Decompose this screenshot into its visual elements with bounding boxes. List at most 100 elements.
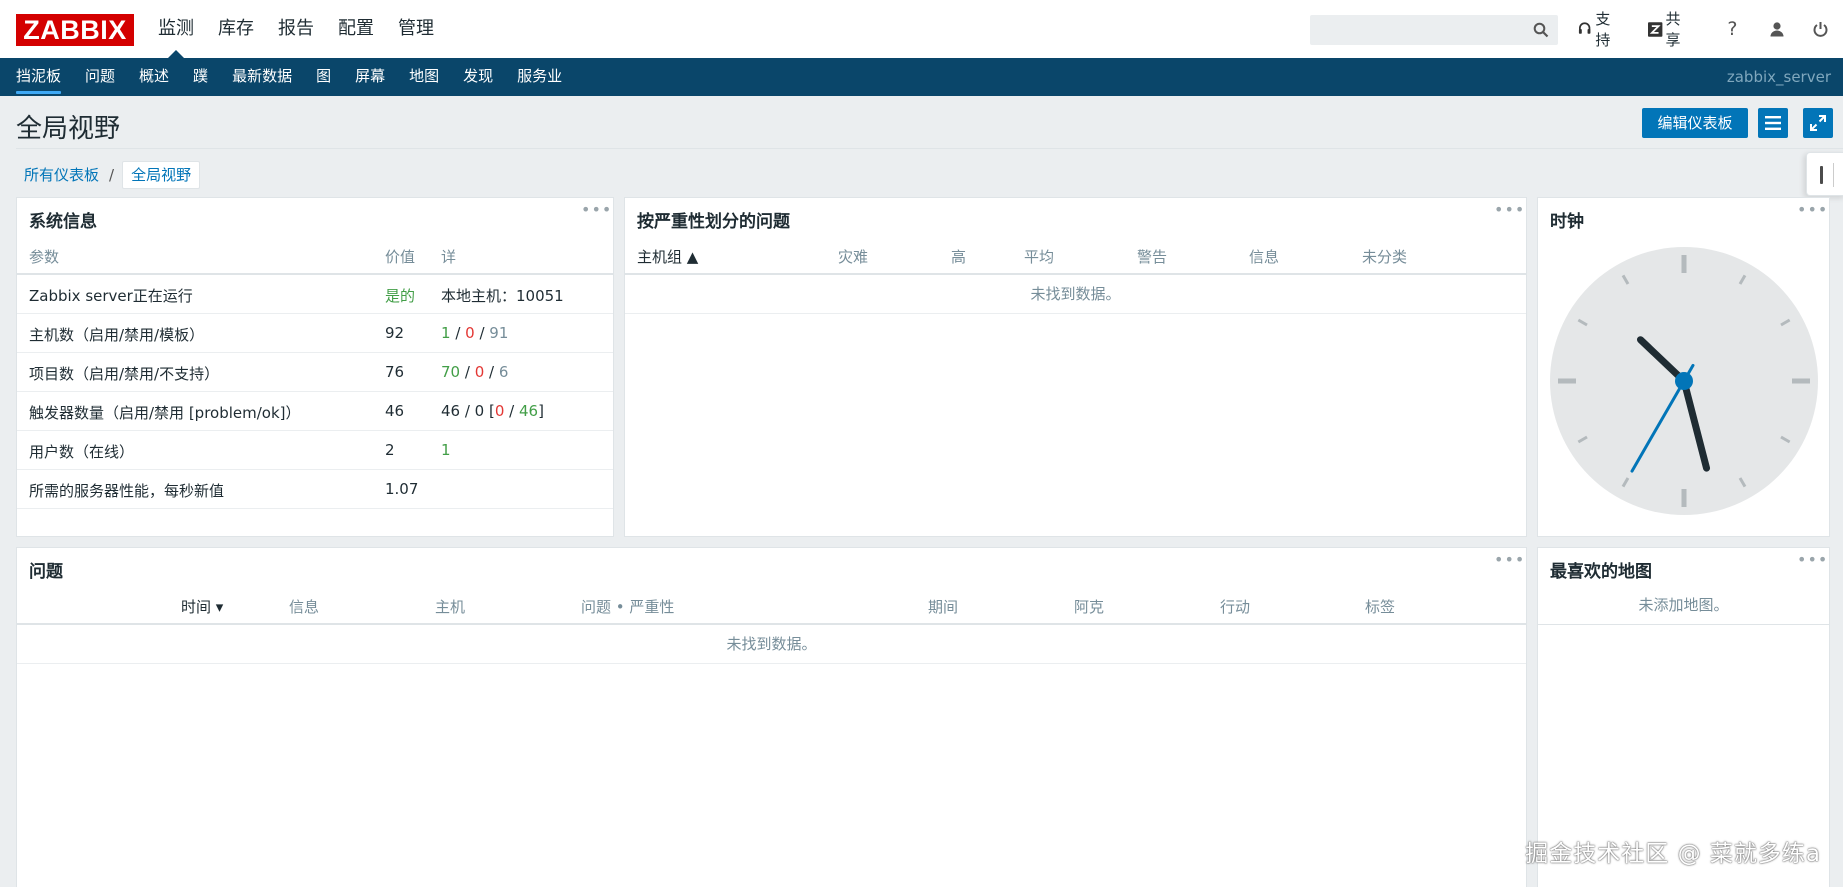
help-icon[interactable]: ? — [1710, 0, 1754, 58]
no-data-message: 未找到数据。 — [625, 275, 1526, 314]
menu-administration[interactable]: 管理 — [386, 0, 446, 58]
col-warning: 警告 — [1137, 248, 1168, 266]
col-info: 信息 — [289, 598, 320, 616]
hamburger-icon — [1765, 116, 1781, 130]
side-panel-toggle[interactable] — [1806, 152, 1843, 196]
edit-dashboard-button[interactable]: 编辑仪表板 — [1642, 108, 1748, 138]
subnav-screens[interactable]: 屏幕 — [343, 58, 397, 96]
subnav-services[interactable]: 服务业 — [505, 58, 574, 96]
menu-reports[interactable]: 报告 — [266, 0, 326, 58]
col-disaster: 灾难 — [838, 248, 869, 266]
detail-cell: 1 — [441, 441, 451, 459]
header-divider — [16, 148, 1843, 149]
param-cell: 项目数（启用/禁用/不支持） — [29, 365, 220, 383]
detail-cell: 70 / 0 / 6 — [441, 363, 509, 381]
detail-cell: 46 / 0 [0 / 46] — [441, 402, 544, 420]
col-problem-severity: 问题 • 严重性 — [581, 598, 675, 616]
value-cell: 2 — [385, 441, 395, 459]
more-options-icon[interactable]: ••• — [1494, 552, 1524, 572]
col-ack: 阿克 — [1074, 598, 1105, 616]
col-host: 主机 — [435, 598, 466, 616]
breadcrumb-current[interactable]: 全局视野 — [122, 161, 201, 189]
value-cell: 46 — [385, 402, 405, 420]
param-cell: 所需的服务器性能，每秒新值 — [29, 482, 225, 500]
widget-title: 问题 — [29, 562, 63, 582]
col-not-classified: 未分类 — [1362, 248, 1408, 266]
param-cell: 主机数（启用/禁用/模板） — [29, 326, 205, 344]
table-header: 时间 ▾ 信息 主机 问题 • 严重性 期间 阿克 行动 标签 — [17, 586, 1526, 625]
menu-monitoring[interactable]: 监测 — [146, 0, 206, 58]
subnav-web[interactable]: 蹼 — [181, 58, 220, 96]
col-parameter: 参数 — [29, 248, 60, 266]
zabbix-logo[interactable]: ZABBIX — [16, 14, 134, 46]
col-high: 高 — [951, 248, 967, 266]
share-link[interactable]: 共享 — [1648, 8, 1694, 50]
widget-problems: 问题 ••• 时间 ▾ 信息 主机 问题 • 严重性 期间 阿克 行动 标签 未… — [16, 547, 1527, 887]
menu-inventory[interactable]: 库存 — [206, 0, 266, 58]
col-actions: 行动 — [1220, 598, 1251, 616]
support-label: 支持 — [1595, 10, 1611, 49]
col-time[interactable]: 时间 ▾ — [181, 596, 223, 617]
more-options-icon[interactable]: ••• — [1797, 552, 1827, 572]
support-link[interactable]: 支持 — [1577, 8, 1624, 50]
subnav-graphs[interactable]: 图 — [304, 58, 343, 96]
widget-problems-by-severity: 按严重性划分的问题 ••• 主机组 ▲ 灾难 高 平均 警告 信息 未分类 未找… — [624, 197, 1527, 537]
value-cell: 1.07 — [385, 480, 419, 498]
subnav-problems[interactable]: 问题 — [73, 58, 127, 96]
fullscreen-button[interactable] — [1803, 108, 1833, 138]
widget-system-info: 系统信息 ••• 参数 价值 详 Zabbix server正在运行 是的 本地… — [16, 197, 614, 537]
headset-icon — [1578, 22, 1591, 34]
value-cell: 92 — [385, 324, 405, 342]
subnav-maps[interactable]: 地图 — [397, 58, 451, 96]
param-cell: Zabbix server正在运行 — [29, 287, 193, 305]
value-cell: 76 — [385, 363, 405, 381]
top-header: ZABBIX 监测 库存 报告 配置 管理 支持 共享 ? — [0, 0, 1843, 58]
share-label: 共享 — [1665, 10, 1681, 49]
dashboard-menu-button[interactable] — [1758, 108, 1788, 138]
subnav-discovery[interactable]: 发现 — [451, 58, 505, 96]
main-menu: 监测 库存 报告 配置 管理 — [146, 0, 446, 58]
sub-navigation: 挡泥板 问题 概述 蹼 最新数据 图 屏幕 地图 发现 服务业 zabbix_s… — [0, 58, 1843, 96]
value-cell: 是的 — [385, 287, 416, 305]
widget-title: 按严重性划分的问题 — [637, 212, 790, 232]
analog-clock — [1550, 247, 1818, 515]
breadcrumb-all-dashboards[interactable]: 所有仪表板 — [16, 161, 107, 189]
subnav-latest-data[interactable]: 最新数据 — [220, 58, 304, 96]
user-profile-icon[interactable] — [1755, 0, 1799, 58]
search-input[interactable] — [1310, 15, 1558, 45]
subnav-overview[interactable]: 概述 — [127, 58, 181, 96]
table-row: 项目数（启用/禁用/不支持） 76 70 / 0 / 6 — [17, 353, 613, 392]
table-row: 触发器数量（启用/禁用 [problem/ok]） 46 46 / 0 [0 /… — [17, 392, 613, 431]
no-data-message: 未找到数据。 — [17, 625, 1526, 664]
server-name: zabbix_server — [1726, 68, 1831, 86]
subnav-dashboard[interactable]: 挡泥板 — [4, 58, 73, 96]
col-value: 价值 — [385, 248, 416, 266]
table-header: 参数 价值 详 — [17, 236, 613, 275]
table-row: 用户数（在线） 2 1 — [17, 431, 613, 470]
detail-cell: 本地主机：10051 — [441, 287, 564, 305]
more-options-icon[interactable]: ••• — [581, 202, 611, 222]
col-tags: 标签 — [1365, 598, 1396, 616]
detail-cell: 1 / 0 / 91 — [441, 324, 509, 342]
table-row: Zabbix server正在运行 是的 本地主机：10051 — [17, 275, 613, 314]
menu-configuration[interactable]: 配置 — [326, 0, 386, 58]
col-information: 信息 — [1249, 248, 1280, 266]
expand-icon — [1810, 115, 1826, 131]
watermark: 掘金技术社区 @ 菜就多练a — [1525, 841, 1821, 867]
col-average: 平均 — [1024, 248, 1055, 266]
header-links: 支持 共享 ? — [1577, 0, 1843, 58]
param-cell: 触发器数量（启用/禁用 [problem/ok]） — [29, 404, 301, 422]
widget-title: 时钟 — [1550, 212, 1584, 232]
table-row: 所需的服务器性能，每秒新值 1.07 — [17, 470, 613, 509]
breadcrumb: 所有仪表板 / 全局视野 — [16, 161, 201, 189]
zabbix-share-icon — [1648, 21, 1663, 37]
col-host-group[interactable]: 主机组 ▲ — [637, 246, 698, 267]
power-icon[interactable] — [1799, 0, 1843, 58]
more-options-icon[interactable]: ••• — [1494, 202, 1524, 222]
clock-center-dot — [1675, 372, 1693, 390]
more-options-icon[interactable]: ••• — [1797, 202, 1827, 222]
breadcrumb-separator: / — [109, 166, 115, 184]
search-icon[interactable] — [1533, 22, 1549, 38]
page-title: 全局视野 — [16, 114, 121, 144]
widget-title: 系统信息 — [29, 212, 97, 232]
